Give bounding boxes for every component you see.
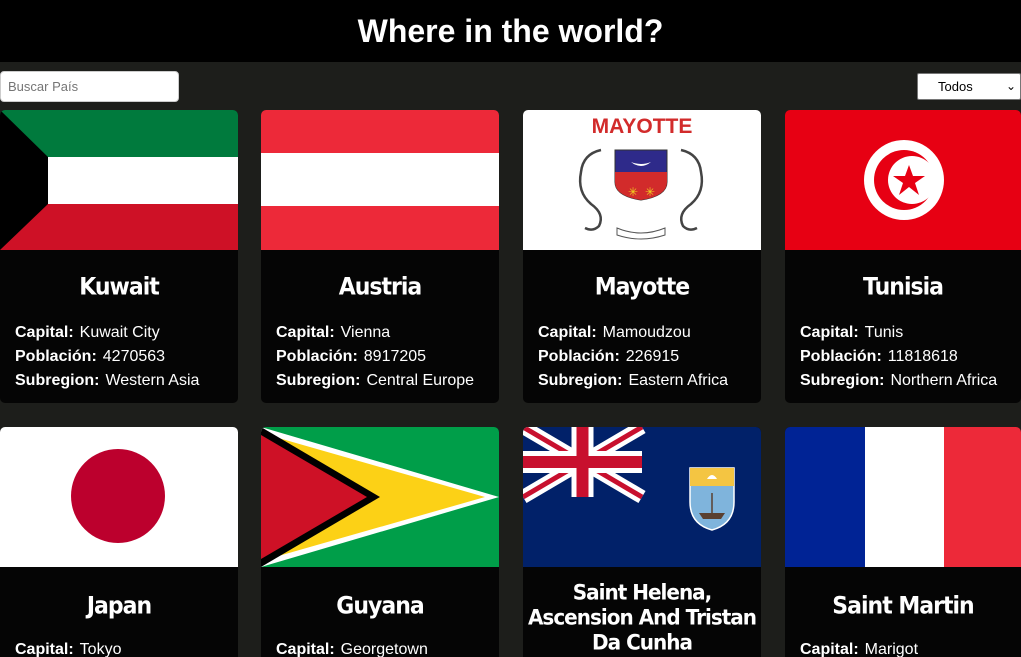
country-name: Austria (338, 274, 423, 301)
saint-helena-flag (523, 427, 761, 567)
kuwait-flag (0, 110, 238, 250)
country-card[interactable]: Austria Capital: Vienna Población: 8917205… (261, 110, 499, 403)
country-name: Saint Helena, Ascension And Tristan Da C… (527, 579, 757, 655)
region-filter-select[interactable]: Todos ⌄ (917, 73, 1021, 100)
population-row: Población: 226915 (538, 348, 680, 365)
population-row: Población: 4270563 (15, 348, 166, 365)
capital-row: Capital: Vienna (276, 324, 391, 341)
page-title: Where in the world? (357, 12, 664, 49)
country-card[interactable]: Saint Martin Capital: Marigot (785, 427, 1021, 657)
region-filter-value: Todos (938, 79, 973, 94)
capital-row: Capital: Georgetown (276, 641, 428, 657)
country-card[interactable]: MAYOTTE ✳ ✳ Mayotte Capital: Mamoudzou Po… (523, 110, 761, 403)
capital-row: Capital: Tunis (800, 324, 904, 341)
country-name: Japan (86, 593, 152, 620)
country-name: Tunisia (863, 274, 944, 301)
japan-flag (0, 427, 238, 567)
population-row: Población: 11818618 (800, 348, 958, 365)
tunisia-flag (785, 110, 1021, 250)
capital-row: Capital: Tokyo (15, 641, 122, 657)
austria-flag (261, 110, 499, 250)
population-row: Población: 8917205 (276, 348, 427, 365)
svg-text:MAYOTTE: MAYOTTE (592, 115, 693, 138)
svg-text:✳: ✳ (645, 185, 655, 199)
subregion-row: Subregion: Northern Africa (800, 372, 998, 389)
country-card[interactable]: Saint Helena, Ascension And Tristan Da C… (523, 427, 761, 657)
controls-bar: Todos ⌄ (0, 62, 1021, 110)
chevron-down-icon: ⌄ (1005, 79, 1016, 93)
country-card[interactable]: Tunisia Capital: Tunis Población: 11818618… (785, 110, 1021, 403)
country-name: Saint Martin (832, 593, 974, 620)
country-name: Mayotte (594, 274, 690, 301)
subregion-row: Subregion: Central Europe (276, 372, 475, 389)
search-input[interactable] (0, 71, 179, 102)
country-name: Guyana (336, 593, 424, 620)
country-card[interactable]: Guyana Capital: Georgetown (261, 427, 499, 657)
capital-row: Capital: Mamoudzou (538, 324, 691, 341)
country-name: Kuwait (79, 274, 160, 301)
subregion-row: Subregion: Eastern Africa (538, 372, 729, 389)
subregion-row: Subregion: Western Asia (15, 372, 200, 389)
svg-text:✳: ✳ (628, 185, 638, 199)
capital-row: Capital: Kuwait City (15, 324, 160, 341)
page-header: Where in the world? (0, 0, 1021, 62)
guyana-flag (261, 427, 499, 567)
country-card[interactable]: Kuwait Capital: Kuwait City Población: 427… (0, 110, 238, 403)
france-flag (785, 427, 1021, 567)
mayotte-flag: MAYOTTE ✳ ✳ (523, 110, 761, 250)
country-card[interactable]: Japan Capital: Tokyo (0, 427, 238, 657)
capital-row: Capital: Marigot (800, 641, 919, 657)
